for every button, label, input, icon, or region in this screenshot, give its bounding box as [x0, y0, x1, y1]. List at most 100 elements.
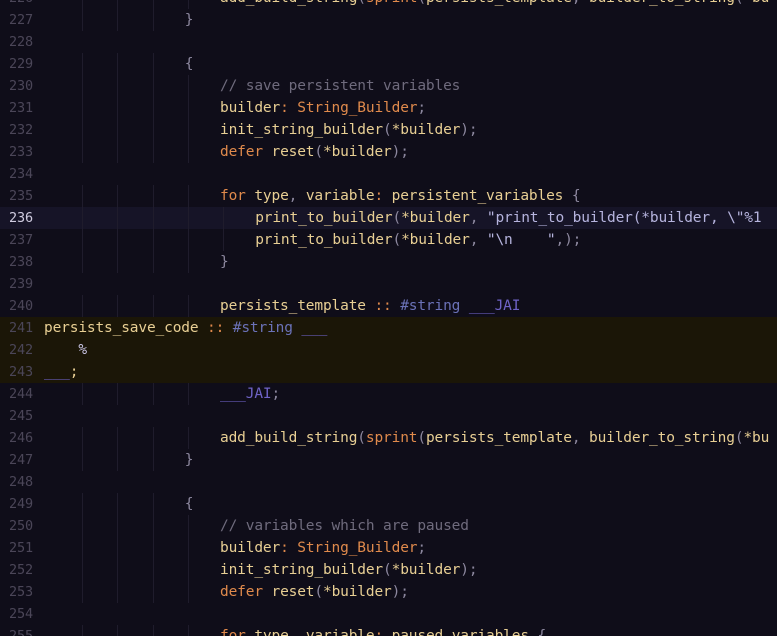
code-token: builder	[220, 100, 281, 116]
line-code: {	[185, 53, 194, 75]
code-token: sprint	[366, 0, 418, 6]
line-code: }	[185, 449, 194, 471]
indent-guide	[187, 119, 189, 141]
code-token: ___	[301, 320, 328, 336]
code-line[interactable]: 255 for type, variable: paused_variables …	[0, 625, 777, 636]
code-token: *builder	[401, 232, 470, 248]
code-line[interactable]: 233 defer reset(*builder);	[0, 141, 777, 163]
indent-guide	[82, 141, 84, 163]
code-line[interactable]: 227}	[0, 9, 777, 31]
code-line[interactable]: 237 print_to_builder(*builder, "\n ",);	[0, 229, 777, 251]
code-line[interactable]: 239	[0, 273, 777, 295]
code-token: #string	[232, 320, 302, 336]
indent-guide	[152, 185, 154, 207]
code-token: ,);	[555, 232, 582, 248]
indent-guide	[82, 9, 84, 31]
line-code: %	[44, 339, 87, 361]
line-number: 245	[9, 408, 33, 424]
code-editor[interactable]: 226add_build_string(sprint(persists_temp…	[0, 0, 777, 636]
code-line[interactable]: 248	[0, 471, 777, 493]
line-number: 243	[9, 364, 33, 380]
code-token: ::	[374, 298, 401, 314]
code-token: (	[314, 584, 323, 600]
indent-guide	[187, 141, 189, 163]
line-number: 250	[9, 518, 33, 534]
indent-guide	[117, 383, 119, 405]
indent-guide	[82, 625, 84, 636]
code-line[interactable]: 246 add_build_string(sprint(persists_temp…	[0, 427, 777, 449]
code-token: {	[184, 496, 194, 512]
code-line[interactable]: 247}	[0, 449, 777, 471]
code-line[interactable]: 243 ___;	[0, 361, 777, 383]
code-line[interactable]: 235 for type, variable: persistent_variab…	[0, 185, 777, 207]
code-token: builder_to_string	[588, 430, 735, 446]
indent-guide	[187, 427, 189, 449]
code-token: (	[383, 562, 392, 578]
indent-guide	[117, 295, 119, 317]
indent-guide	[117, 207, 119, 229]
code-line[interactable]: 230 // save persistent variables	[0, 75, 777, 97]
code-line[interactable]: 231 builder: String_Builder;	[0, 97, 777, 119]
line-number: 227	[9, 12, 33, 28]
indent-guide	[82, 207, 84, 229]
indent-guide	[117, 75, 119, 97]
code-line[interactable]: 254	[0, 603, 777, 625]
code-token: (	[314, 144, 323, 160]
code-line[interactable]: 238}	[0, 251, 777, 273]
code-line[interactable]: 244 ___JAI;	[0, 383, 777, 405]
code-line[interactable]: 229 {	[0, 53, 777, 75]
indent-guide	[152, 251, 154, 273]
line-number: 254	[9, 606, 33, 622]
code-line[interactable]: 252 init_string_builder(*builder);	[0, 559, 777, 581]
code-line[interactable]: 228	[0, 31, 777, 53]
code-line[interactable]: 234	[0, 163, 777, 185]
indent-guide	[187, 581, 189, 603]
indent-guide	[82, 53, 84, 75]
code-token: :	[280, 100, 298, 116]
indent-guide	[117, 53, 119, 75]
code-line[interactable]: 253 defer reset(*builder);	[0, 581, 777, 603]
indent-guide	[152, 119, 154, 141]
indent-guide	[82, 0, 84, 9]
code-token: }	[184, 452, 194, 468]
code-token: :	[374, 628, 392, 636]
code-token: ;	[271, 386, 281, 402]
code-token: variable	[305, 628, 375, 636]
line-code: defer reset(*builder);	[220, 581, 409, 603]
code-line[interactable]: 240 persists_template :: #string ___JAI	[0, 295, 777, 317]
code-line[interactable]: 251 builder: String_Builder;	[0, 537, 777, 559]
code-token: *builder	[322, 584, 392, 600]
code-line-current[interactable]: 236 print_to_builder(*builder, "print_to_…	[0, 207, 777, 229]
indent-guide	[152, 493, 154, 515]
code-line[interactable]: 249 {	[0, 493, 777, 515]
code-lines: 226add_build_string(sprint(persists_temp…	[0, 0, 777, 636]
indent-guide	[152, 97, 154, 119]
code-line[interactable]: 250 // variables which are paused	[0, 515, 777, 537]
code-line[interactable]: 241 persists_save_code :: #string ___	[0, 317, 777, 339]
indent-guide	[117, 0, 119, 9]
indent-guide	[117, 493, 119, 515]
code-token: *bu	[743, 430, 770, 446]
indent-guide	[82, 493, 84, 515]
code-line[interactable]: 245	[0, 405, 777, 427]
code-token: ,	[288, 188, 306, 204]
indent-guide	[187, 383, 189, 405]
code-line[interactable]: 232 init_string_builder(*builder);	[0, 119, 777, 141]
code-token: %	[44, 342, 87, 358]
line-number: 253	[9, 584, 33, 600]
code-line[interactable]: 226add_build_string(sprint(persists_temp…	[0, 0, 777, 9]
line-code: add_build_string(sprint(persists_templat…	[220, 0, 769, 9]
indent-guide	[152, 53, 154, 75]
indent-guide	[117, 9, 119, 31]
indent-guide	[117, 251, 119, 273]
indent-guide	[187, 295, 189, 317]
line-number: 236	[9, 210, 33, 226]
code-token: persists_save_code	[44, 320, 208, 336]
code-token: reset	[271, 584, 315, 600]
indent-guide	[82, 383, 84, 405]
line-code: // save persistent variables	[220, 75, 460, 97]
indent-guide	[117, 449, 119, 471]
code-line[interactable]: 242 %	[0, 339, 777, 361]
code-token: persistent_variables	[391, 188, 564, 204]
indent-guide	[152, 559, 154, 581]
